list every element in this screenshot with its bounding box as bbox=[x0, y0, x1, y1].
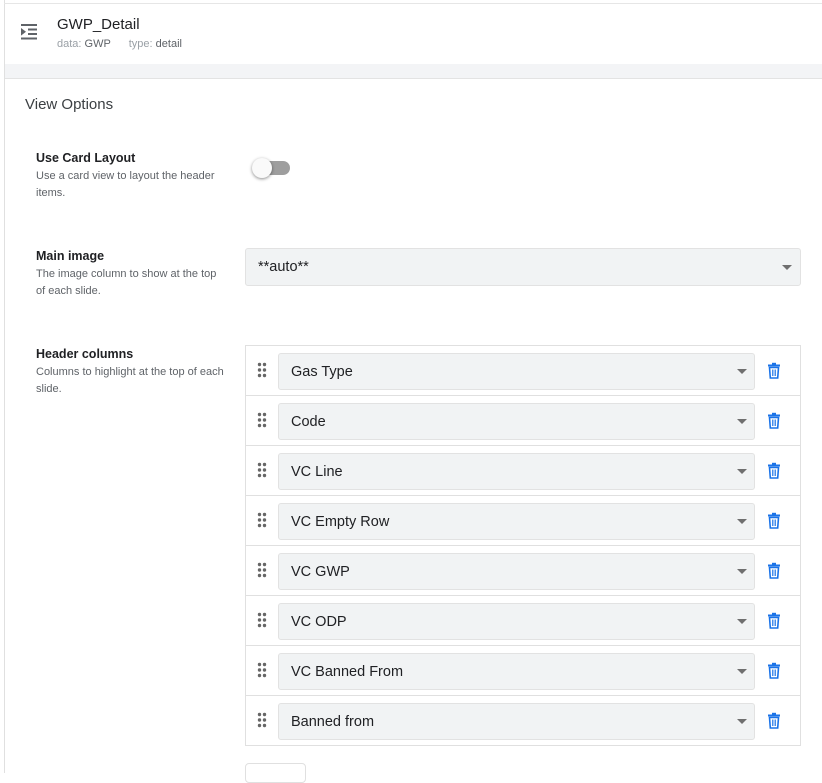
chevron-down-icon bbox=[737, 469, 747, 474]
header-column-value: Banned from bbox=[291, 713, 375, 730]
delete-icon[interactable] bbox=[766, 512, 782, 530]
main-image-value: **auto** bbox=[258, 259, 309, 275]
chevron-down-icon bbox=[737, 569, 747, 574]
main-image-label: Main image bbox=[36, 249, 105, 263]
type-meta-label: type: bbox=[128, 38, 153, 50]
delete-icon[interactable] bbox=[766, 712, 782, 730]
delete-icon[interactable] bbox=[766, 562, 782, 580]
header-column-row: VC Banned From bbox=[245, 645, 801, 696]
delete-icon[interactable] bbox=[766, 362, 782, 380]
header-column-select[interactable]: VC ODP bbox=[278, 603, 755, 640]
delete-icon[interactable] bbox=[766, 462, 782, 480]
toggle-knob bbox=[252, 158, 272, 178]
data-meta-value: GWP bbox=[84, 38, 111, 50]
chevron-down-icon bbox=[737, 369, 747, 374]
use-card-layout-description: Use a card view to layout the header ite… bbox=[36, 170, 215, 199]
header-column-value: Gas Type bbox=[291, 363, 353, 380]
header-column-value: VC Line bbox=[291, 463, 343, 480]
drag-handle-icon[interactable] bbox=[257, 362, 267, 378]
header-column-row: VC Empty Row bbox=[245, 495, 801, 546]
chevron-down-icon bbox=[737, 419, 747, 424]
page-title: GWP_Detail bbox=[57, 16, 140, 33]
header-column-value: Code bbox=[291, 413, 326, 430]
chevron-down-icon bbox=[737, 519, 747, 524]
left-border bbox=[4, 0, 5, 773]
drag-handle-icon[interactable] bbox=[257, 412, 267, 428]
header-column-row: Gas Type bbox=[245, 345, 801, 396]
drag-handle-icon[interactable] bbox=[257, 662, 267, 678]
header-columns-label: Header columns bbox=[36, 347, 134, 361]
format-indent-icon[interactable] bbox=[19, 22, 39, 42]
main-image-description: The image column to show at the top of e… bbox=[36, 268, 217, 297]
header-column-value: VC GWP bbox=[291, 563, 350, 580]
header-columns-description: Columns to highlight at the top of each … bbox=[36, 366, 224, 395]
add-column-button[interactable] bbox=[245, 763, 306, 783]
use-card-layout-toggle[interactable] bbox=[252, 158, 292, 180]
header-columns-list: Gas Type Code VC Line VC Empty Row VC GW… bbox=[245, 345, 801, 746]
chevron-down-icon bbox=[737, 719, 747, 724]
header-divider-band bbox=[5, 64, 822, 79]
header-column-value: VC Empty Row bbox=[291, 513, 390, 530]
type-meta-value: detail bbox=[155, 38, 182, 50]
delete-icon[interactable] bbox=[766, 412, 782, 430]
drag-handle-icon[interactable] bbox=[257, 562, 267, 578]
header-column-select[interactable]: VC GWP bbox=[278, 553, 755, 590]
delete-icon[interactable] bbox=[766, 612, 782, 630]
chevron-down-icon bbox=[737, 669, 747, 674]
data-meta-label: data: bbox=[57, 38, 82, 50]
view-meta: data: GWP type: detail bbox=[57, 38, 182, 50]
main-image-select[interactable]: **auto** bbox=[245, 248, 801, 286]
header-column-select[interactable]: Code bbox=[278, 403, 755, 440]
header-column-select[interactable]: VC Banned From bbox=[278, 653, 755, 690]
section-title: View Options bbox=[25, 96, 114, 113]
view-header: GWP_Detail data: GWP type: detail bbox=[5, 4, 822, 64]
drag-handle-icon[interactable] bbox=[257, 612, 267, 628]
delete-icon[interactable] bbox=[766, 662, 782, 680]
use-card-layout-label: Use Card Layout bbox=[36, 151, 136, 165]
header-column-select[interactable]: VC Empty Row bbox=[278, 503, 755, 540]
header-column-row: Banned from bbox=[245, 695, 801, 746]
header-column-select[interactable]: VC Line bbox=[278, 453, 755, 490]
header-column-row: VC ODP bbox=[245, 595, 801, 646]
header-column-select[interactable]: Banned from bbox=[278, 703, 755, 740]
header-column-row: Code bbox=[245, 395, 801, 446]
chevron-down-icon bbox=[782, 265, 792, 270]
header-column-row: VC GWP bbox=[245, 545, 801, 596]
drag-handle-icon[interactable] bbox=[257, 512, 267, 528]
chevron-down-icon bbox=[737, 619, 747, 624]
header-column-row: VC Line bbox=[245, 445, 801, 496]
header-column-value: VC ODP bbox=[291, 613, 347, 630]
header-column-select[interactable]: Gas Type bbox=[278, 353, 755, 390]
header-column-value: VC Banned From bbox=[291, 663, 404, 680]
drag-handle-icon[interactable] bbox=[257, 462, 267, 478]
drag-handle-icon[interactable] bbox=[257, 712, 267, 728]
